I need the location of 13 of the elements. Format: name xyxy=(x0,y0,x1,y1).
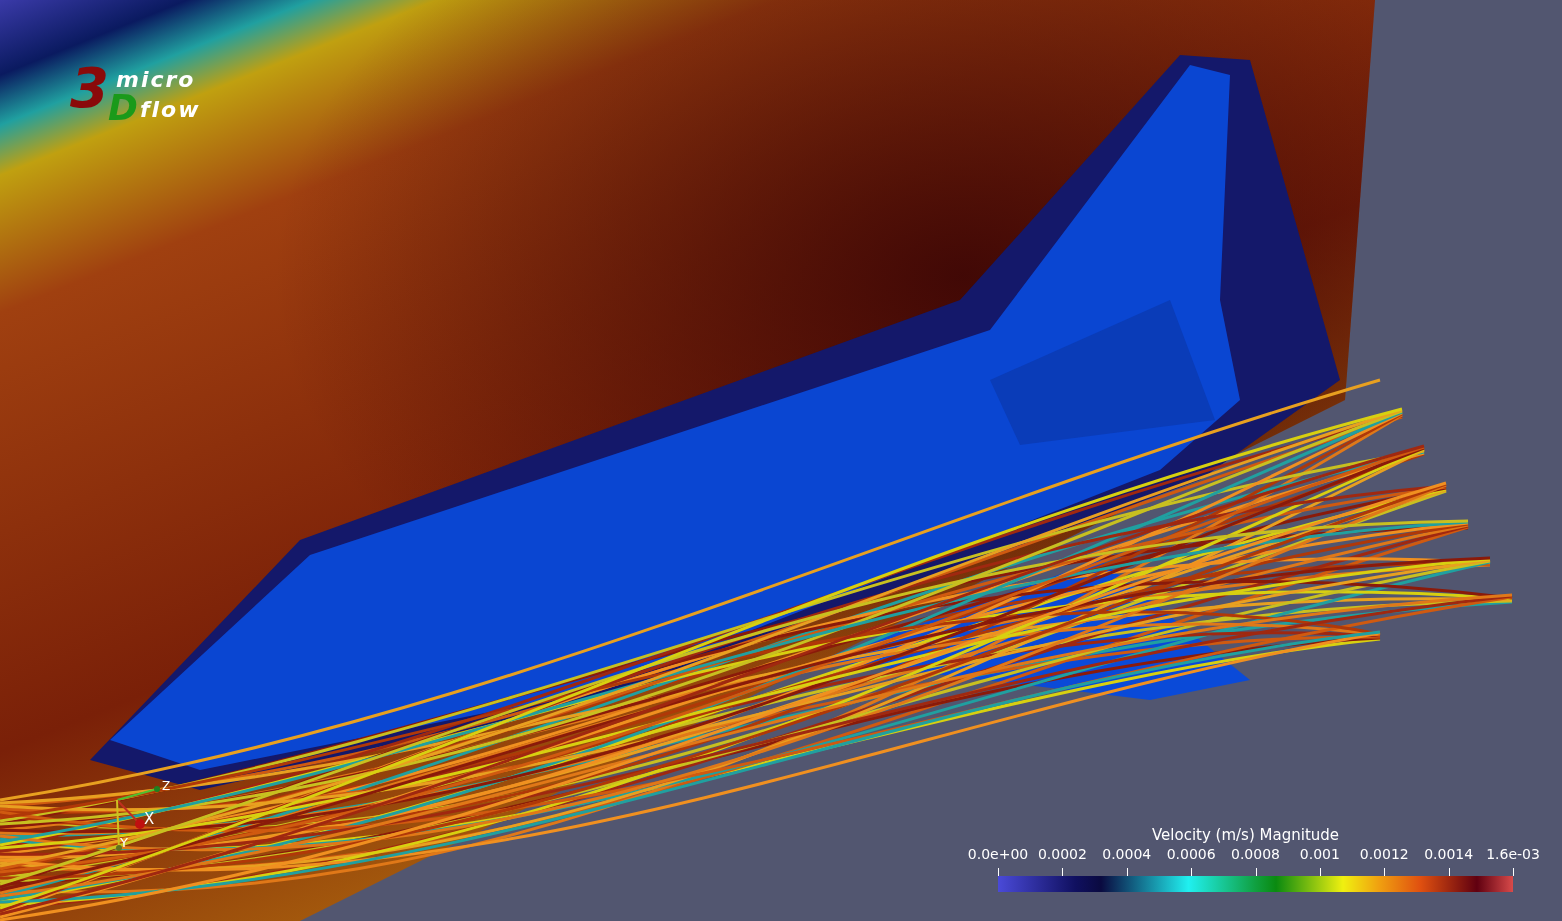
legend-title: Velocity (m/s) Magnitude xyxy=(1151,826,1340,844)
tick-label: 0.0014 xyxy=(1424,846,1474,862)
tick-label: 0.001 xyxy=(1299,846,1340,862)
tick-label: 0.0012 xyxy=(1359,846,1409,862)
axis-label: Z xyxy=(162,780,171,792)
tick-label: 0.0006 xyxy=(1166,846,1216,862)
tick-label: 1.6e-03 xyxy=(1486,846,1540,862)
axis-label: Y xyxy=(120,836,128,849)
tick-label: 0.0004 xyxy=(1102,846,1152,862)
axis-label: X xyxy=(144,812,155,827)
tick-label: 0.0008 xyxy=(1231,846,1280,862)
tick-label: 0.0002 xyxy=(1037,846,1087,862)
tick-label: 0.0e+00 xyxy=(967,846,1029,862)
